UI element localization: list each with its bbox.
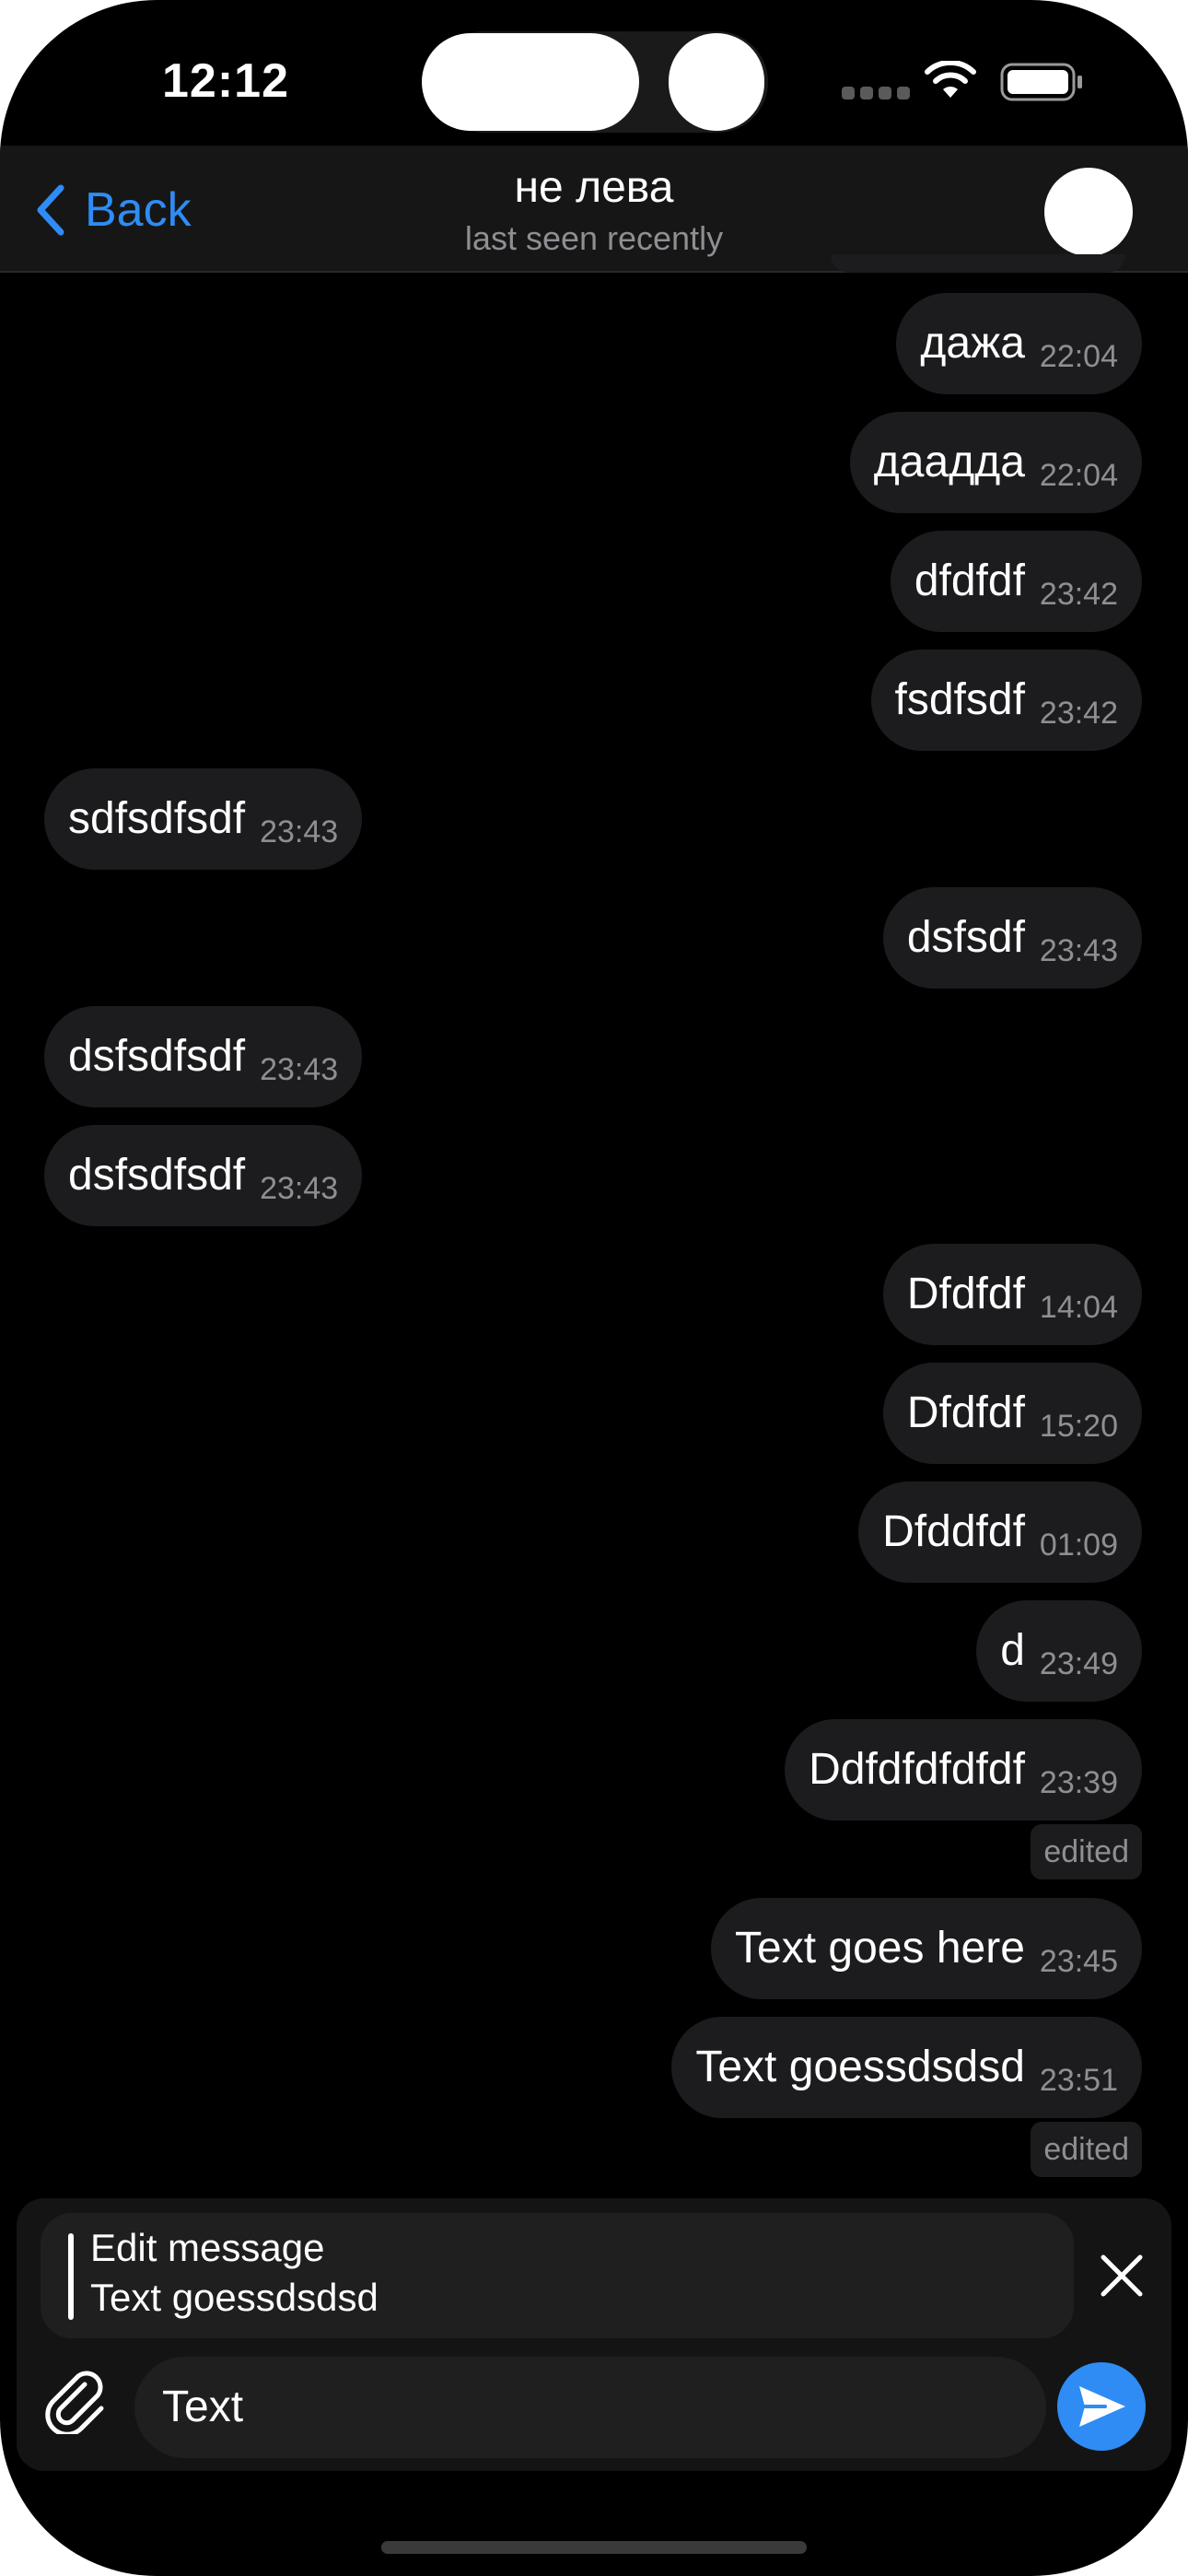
avatar[interactable] — [1044, 168, 1133, 256]
message-bubble[interactable]: fsdfsdf 23:42 — [870, 650, 1142, 751]
island-pill-right — [669, 33, 764, 131]
message-text: Text goes here — [735, 1924, 1025, 1973]
message-bubble[interactable]: Dfdfdf 15:20 — [882, 1363, 1142, 1464]
previous-message-edge — [831, 254, 1125, 273]
message-time: 23:43 — [260, 814, 339, 849]
message-time: 23:43 — [260, 1171, 339, 1206]
message-bubble[interactable]: Text goessdsdsd 23:51 — [671, 2017, 1142, 2118]
battery-icon — [1000, 63, 1082, 101]
edit-preview[interactable]: Edit message Text goessdsdsd — [41, 2213, 1074, 2338]
message-time: 22:04 — [1039, 339, 1118, 374]
message-bubble[interactable]: sdfsdfsdf 23:43 — [44, 768, 363, 870]
message-bubble[interactable]: Dfddfdf 01:09 — [858, 1481, 1142, 1583]
message-time: 23:51 — [1039, 2063, 1118, 2098]
message-bubble[interactable]: Dfdfdf 14:04 — [882, 1244, 1142, 1345]
message-text: d — [1000, 1626, 1025, 1675]
wifi-icon — [925, 61, 976, 98]
chat-status: last seen recently — [464, 219, 724, 257]
message-bubble[interactable]: Ddfdfdfdfdf 23:39 — [785, 1719, 1142, 1821]
message-text: dsfsdfsdf — [68, 1032, 246, 1081]
message-time: 23:39 — [1039, 1765, 1118, 1800]
phone-screen: 12:12 Back не лева last seen recently да… — [0, 0, 1188, 2576]
message-bubble[interactable]: d 23:49 — [976, 1600, 1142, 1702]
edit-original-text: Text goessdsdsd — [90, 2276, 379, 2319]
close-icon[interactable] — [1094, 2248, 1149, 2303]
message-time: 01:09 — [1039, 1528, 1118, 1563]
message-bubble[interactable]: дажа 22:04 — [896, 293, 1142, 394]
message-text: dsfsdf — [906, 913, 1025, 962]
send-icon — [1079, 2386, 1125, 2427]
paperclip-icon[interactable] — [41, 2364, 111, 2434]
edited-badge: edited — [1031, 1824, 1142, 1879]
message-text: Dfddfdf — [882, 1507, 1025, 1556]
cellular-icon — [842, 87, 910, 100]
message-text: дажа — [920, 319, 1025, 368]
message-time: 23:43 — [1039, 933, 1118, 968]
message-time: 23:49 — [1039, 1646, 1118, 1681]
message-bubble[interactable]: даадда 22:04 — [849, 412, 1142, 513]
message-time: 23:45 — [1039, 1944, 1118, 1979]
message-text: dfdfdf — [914, 556, 1025, 605]
message-text: Dfdfdf — [906, 1270, 1025, 1318]
island-pill-left — [422, 33, 639, 131]
status-time: 12:12 — [162, 54, 289, 108]
message-time: 23:42 — [1039, 696, 1118, 731]
message-time: 14:04 — [1039, 1290, 1118, 1325]
message-text: Text goessdsdsd — [695, 2043, 1025, 2091]
message-time: 15:20 — [1039, 1409, 1118, 1444]
message-text: dsfsdfsdf — [68, 1151, 246, 1200]
message-text: Dfdfdf — [906, 1388, 1025, 1437]
edit-preview-bar — [68, 2233, 74, 2320]
home-indicator[interactable] — [381, 2541, 807, 2554]
edit-title: Edit message — [90, 2226, 325, 2269]
message-input[interactable]: Text — [134, 2357, 1046, 2458]
message-time: 23:42 — [1039, 577, 1118, 612]
send-button[interactable] — [1057, 2362, 1146, 2451]
message-bubble[interactable]: dfdfdf 23:42 — [890, 531, 1142, 632]
message-time: 23:43 — [260, 1052, 339, 1087]
message-bubble[interactable]: dsfsdf 23:43 — [882, 887, 1142, 989]
message-bubble[interactable]: dsfsdfsdf 23:43 — [44, 1006, 363, 1107]
chat-title[interactable]: не лева — [0, 162, 1188, 213]
message-text: Ddfdfdfdfdf — [809, 1745, 1025, 1794]
composer: Edit message Text goessdsdsd Text — [17, 2198, 1171, 2471]
message-text: fsdfsdf — [894, 675, 1025, 724]
message-bubble[interactable]: Text goes here 23:45 — [711, 1898, 1142, 1999]
message-text: даадда — [873, 438, 1025, 486]
message-bubble[interactable]: dsfsdfsdf 23:43 — [44, 1125, 363, 1226]
message-list[interactable]: дажа 22:04 даадда 22:04 dfdfdf 23:42 fsd… — [0, 254, 1188, 2198]
edited-badge: edited — [1031, 2122, 1142, 2177]
message-text: sdfsdfsdf — [68, 794, 246, 843]
message-time: 22:04 — [1039, 458, 1118, 493]
